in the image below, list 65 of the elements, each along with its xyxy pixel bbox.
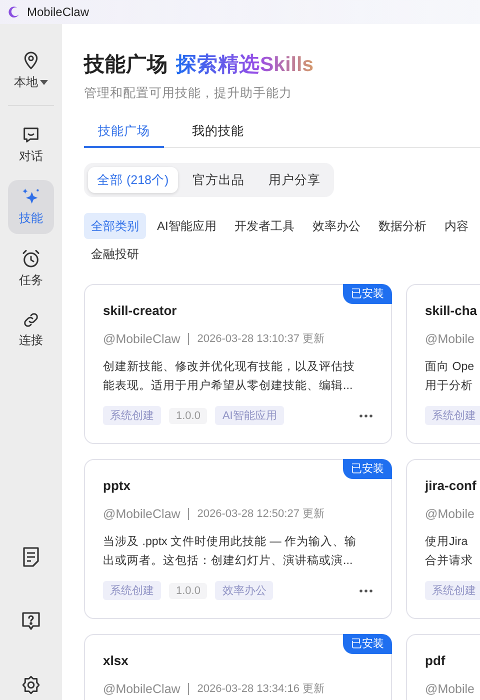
skill-title: skill-creator — [103, 302, 177, 320]
source-option[interactable]: 官方出品 — [184, 167, 254, 193]
page-subtitle: 管理和配置可用技能，提升助手能力 — [84, 85, 293, 102]
tab[interactable]: 技能广场 — [84, 122, 164, 148]
skill-tag: 系统创建 — [425, 581, 480, 600]
skill-card[interactable]: 已安装 skill-creator @MobileClaw 2026-03-28 13:10:37 更新 创建新技能、修改并优化现有技能，以及评估技能表现。适用于用户希望从零创建技能、编辑... 系统创建 1.0.0 AI智能应用 — [84, 284, 392, 444]
skill-author: @MobileClaw — [103, 333, 190, 345]
skill-title: xlsx — [103, 652, 128, 670]
category-chip[interactable]: 金融投研 — [84, 241, 146, 267]
skill-title: pptx — [103, 477, 130, 495]
installed-badge: 已安装 — [343, 459, 392, 479]
settings-icon[interactable] — [21, 675, 41, 695]
sidebar-item[interactable]: 连接 — [8, 304, 54, 356]
chat-bubble-icon — [21, 125, 41, 145]
skill-author: @Mobile — [425, 331, 475, 347]
skill-card[interactable]: 已安装 pptx @MobileClaw 2026-03-28 12:50:27 更新 当涉及 .pptx 文件时使用此技能 — 作为输入、输出或两者。这包括：创建幻灯片、演讲稿或演... 系统创建 1.0.0 效率办公 — [84, 459, 392, 619]
skill-tag: 系统创建 — [425, 406, 480, 425]
skill-tag: AI智能应用 — [215, 406, 284, 425]
category-chip[interactable]: AI智能应用 — [150, 213, 224, 239]
skill-description: 使用Jira 合并请求 — [425, 534, 473, 569]
alarm-clock-icon — [21, 249, 41, 269]
skill-tag: 系统创建 — [103, 406, 161, 425]
location-label[interactable]: 本地 — [14, 74, 38, 91]
category-chip[interactable]: 全部类别 — [84, 213, 146, 239]
app-title: MobileClaw — [27, 5, 90, 19]
category-chip[interactable]: 效率办公 — [305, 213, 368, 239]
more-icon[interactable] — [359, 588, 373, 592]
crescent-logo-icon — [8, 6, 21, 18]
tab[interactable]: 我的技能 — [178, 122, 258, 148]
category-chip[interactable]: 内容 — [437, 213, 476, 239]
caret-icon[interactable] — [40, 80, 48, 85]
skill-author: @MobileClaw — [103, 508, 190, 520]
update-time: 2026-03-28 13:34:16 更新 — [197, 682, 324, 697]
help-icon[interactable] — [21, 611, 41, 631]
skill-title: pdf — [425, 652, 446, 670]
category-chip[interactable]: 开发者工具 — [227, 213, 302, 239]
skill-author: @Mobile — [425, 506, 475, 522]
sidebar-item[interactable]: 任务 — [8, 242, 54, 296]
source-option[interactable]: 用户分享 — [260, 167, 330, 193]
skill-title: jira-conf — [425, 477, 476, 495]
skill-tag: 效率办公 — [215, 581, 274, 600]
skill-tag: 系统创建 — [103, 581, 161, 600]
skill-title: skill-cha — [425, 302, 478, 320]
source-option[interactable]: 全部 (218个) — [88, 167, 178, 193]
page-title: 技能广场 — [84, 52, 168, 78]
skill-card[interactable]: jira-conf @Mobile 使用Jira 合并请求 系统创建 — [406, 459, 480, 619]
document-icon[interactable] — [22, 547, 40, 567]
skill-description: 面向 Ope 用于分析 — [425, 359, 474, 394]
installed-badge: 已安装 — [343, 634, 392, 654]
skill-author: @Mobile — [425, 681, 475, 697]
update-time: 2026-03-28 13:10:37 更新 — [197, 332, 324, 347]
update-time: 2026-03-28 12:50:27 更新 — [197, 506, 324, 522]
link-icon — [22, 311, 40, 329]
skill-card[interactable]: 已安装 xlsx @MobileClaw 2026-03-28 13:34:16 更新 — [84, 634, 392, 700]
skill-description: 当涉及 .pptx 文件时使用此技能 — 作为输入、输出或两者。这包括：创建幻灯片、演讲稿或演... — [103, 534, 357, 569]
installed-badge: 已安装 — [343, 284, 392, 304]
skill-author: @MobileClaw — [103, 683, 190, 695]
version-tag: 1.0.0 — [169, 408, 208, 424]
skill-card[interactable]: skill-cha @Mobile 面向 Ope 用于分析 系统创建 — [406, 284, 480, 444]
version-tag: 1.0.0 — [169, 582, 208, 598]
more-icon[interactable] — [359, 414, 373, 418]
sidebar-item[interactable]: 对话 — [8, 118, 54, 172]
skill-description: 创建新技能、修改并优化现有技能，以及评估技能表现。适用于用户希望从零创建技能、编辑... — [103, 359, 356, 394]
category-chip[interactable]: 数据分析 — [371, 213, 434, 239]
skill-card[interactable]: pdf @Mobile — [406, 634, 480, 700]
